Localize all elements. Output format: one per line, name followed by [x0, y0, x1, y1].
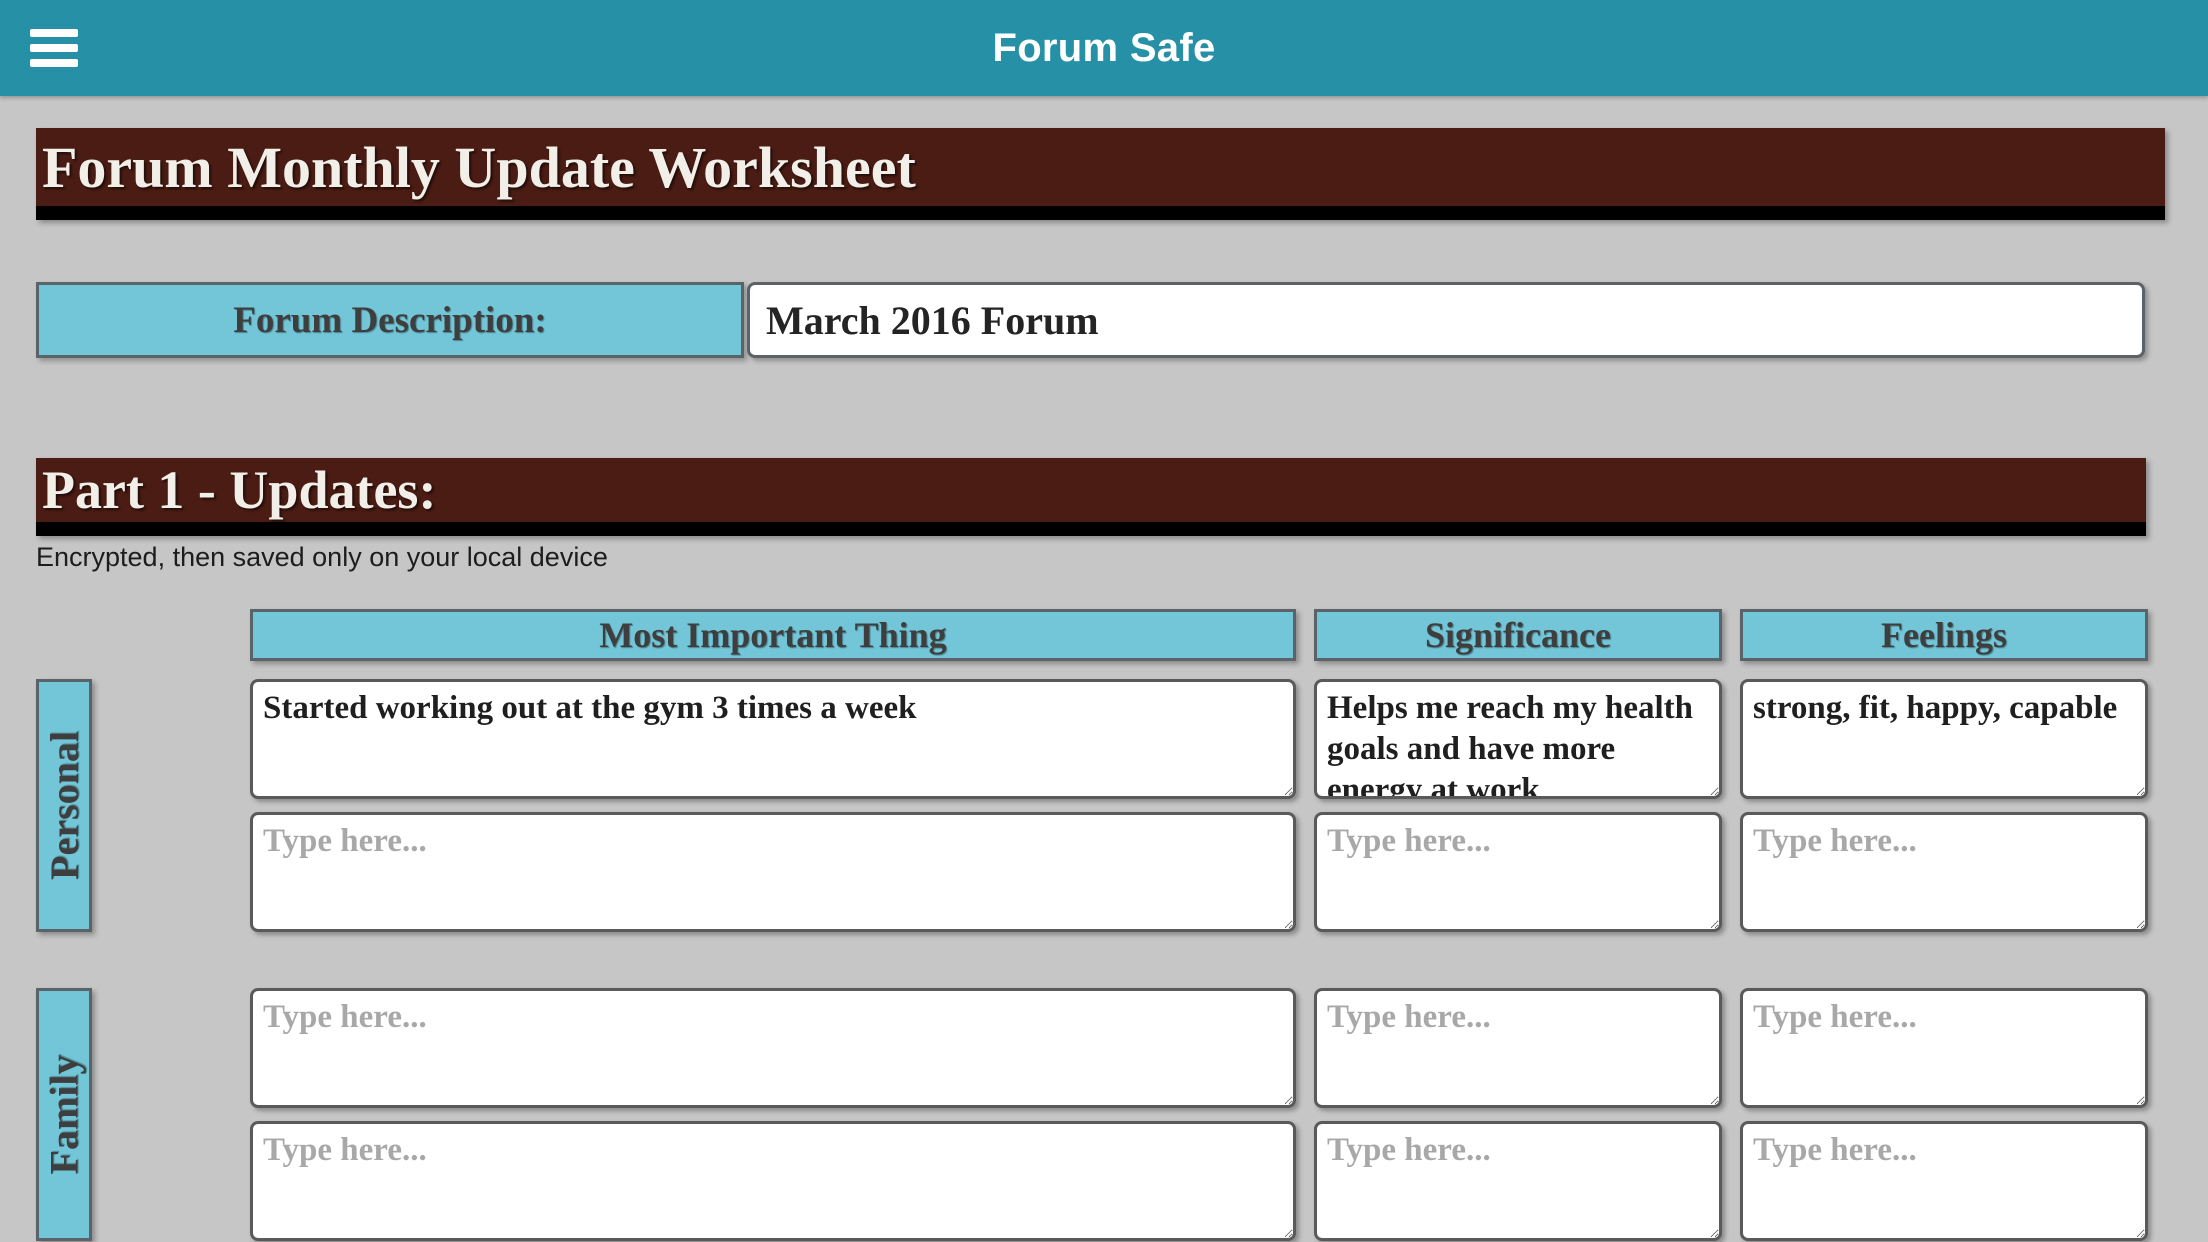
cell-family-1-feelings[interactable] [1740, 988, 2148, 1108]
forum-description-row: Forum Description: [36, 282, 2145, 358]
row-label-personal-text: Personal [41, 731, 87, 880]
page-title: Forum Monthly Update Worksheet [36, 128, 2165, 220]
part1-heading: Part 1 - Updates: [36, 458, 2146, 536]
row-label-family: Family [36, 988, 92, 1241]
cell-family-2-significance[interactable] [1314, 1121, 1722, 1241]
updates-grid: Most Important Thing Significance Feelin… [0, 609, 2208, 1241]
cell-personal-2-significance[interactable] [1314, 812, 1722, 932]
cell-personal-1-significance[interactable] [1314, 679, 1722, 799]
grid-row-family: Family [36, 988, 2208, 1241]
column-header-significance: Significance [1314, 609, 1722, 661]
row-label-personal: Personal [36, 679, 92, 932]
column-header-most-important-thing: Most Important Thing [250, 609, 1296, 661]
cell-family-2-most-important-thing[interactable] [250, 1121, 1296, 1241]
hamburger-bar-2 [30, 44, 78, 52]
forum-description-input[interactable] [747, 282, 2145, 358]
cell-personal-1-most-important-thing[interactable] [250, 679, 1296, 799]
entry-row [250, 679, 2148, 799]
row-cells-personal [250, 679, 2148, 932]
grid-row-personal: Personal [36, 679, 2208, 932]
cell-personal-1-feelings[interactable] [1740, 679, 2148, 799]
cell-personal-2-most-important-thing[interactable] [250, 812, 1296, 932]
cell-personal-2-feelings[interactable] [1740, 812, 2148, 932]
row-spacer [36, 932, 2208, 970]
page-title-text: Forum Monthly Update Worksheet [42, 134, 916, 200]
app-title: Forum Safe [992, 25, 1216, 70]
row-cells-family [250, 988, 2148, 1241]
hamburger-bar-3 [30, 59, 78, 67]
part1-heading-text: Part 1 - Updates: [42, 460, 437, 520]
grid-column-headers: Most Important Thing Significance Feelin… [250, 609, 2208, 661]
entry-row [250, 812, 2148, 932]
app-bar: Forum Safe [0, 0, 2208, 96]
page-content: Forum Monthly Update Worksheet Forum Des… [0, 128, 2208, 1241]
cell-family-1-most-important-thing[interactable] [250, 988, 1296, 1108]
entry-row [250, 988, 2148, 1108]
part1-note: Encrypted, then saved only on your local… [36, 542, 608, 572]
column-header-feelings: Feelings [1740, 609, 2148, 661]
row-label-family-text: Family [41, 1054, 87, 1175]
cell-family-1-significance[interactable] [1314, 988, 1722, 1108]
hamburger-menu-icon[interactable] [30, 29, 78, 67]
cell-family-2-feelings[interactable] [1740, 1121, 2148, 1241]
forum-description-label: Forum Description: [36, 282, 744, 358]
entry-row [250, 1121, 2148, 1241]
hamburger-bar-1 [30, 29, 78, 37]
